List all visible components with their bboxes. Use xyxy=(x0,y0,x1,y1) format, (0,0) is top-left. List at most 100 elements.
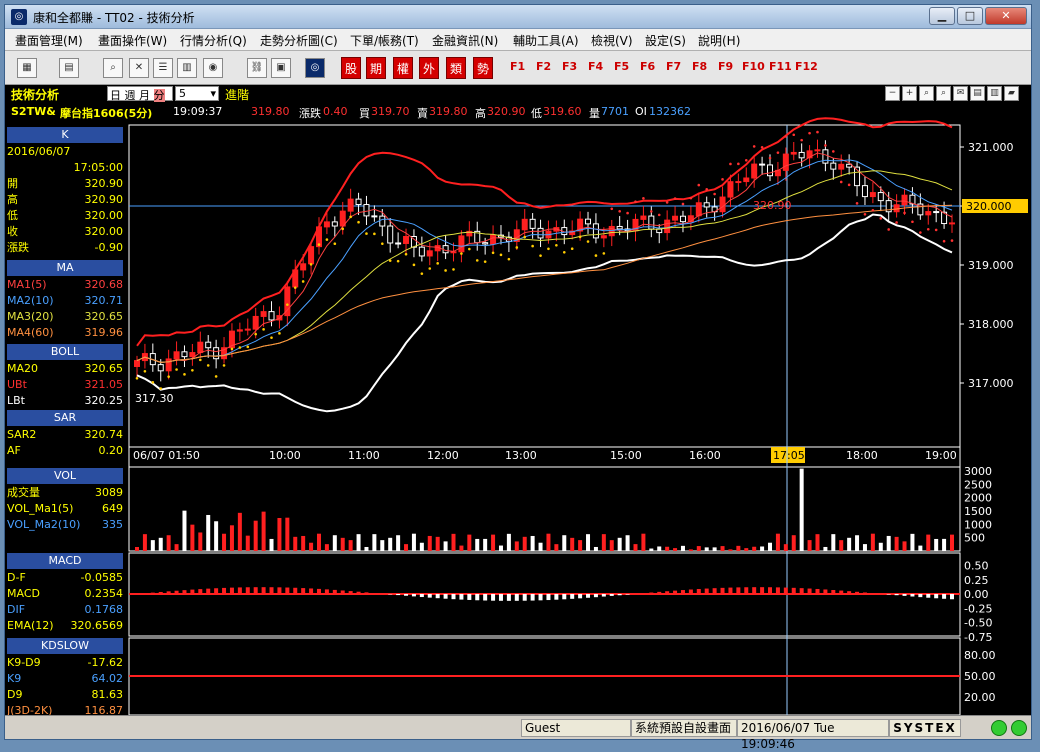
fkey-f7[interactable]: F7 xyxy=(666,60,681,73)
candle-body xyxy=(206,342,211,348)
menu-settings[interactable]: 設定(S) xyxy=(645,32,686,49)
macd-histogram-bar xyxy=(752,587,756,594)
monitor-icon[interactable]: ▣ xyxy=(271,58,291,78)
price-chart[interactable]: 321.000320.000319.000318.000317.000320.0… xyxy=(5,85,1031,715)
maximize-button[interactable]: □ xyxy=(957,7,983,25)
vol-axis-label: 2500 xyxy=(964,478,992,491)
menu-tools[interactable]: 輔助工具(A) xyxy=(513,32,579,49)
candle-body xyxy=(522,219,527,229)
macd-histogram-bar xyxy=(396,594,400,595)
sar-dot xyxy=(753,145,756,148)
menu-financial-info[interactable]: 金融資訊(N) xyxy=(432,32,498,49)
layout-icon[interactable]: ▦ xyxy=(17,58,37,78)
candle-body xyxy=(538,228,543,238)
save-icon[interactable]: ▤ xyxy=(59,58,79,78)
volume-bar xyxy=(380,540,384,551)
macd-histogram-bar xyxy=(744,587,748,594)
menu-screen-operation[interactable]: 畫面操作(W) xyxy=(98,32,167,49)
fkey-f10[interactable]: F10 xyxy=(742,60,765,73)
menu-screen-management[interactable]: 畫面管理(M) xyxy=(15,32,83,49)
foreign-button[interactable]: 外 xyxy=(419,57,439,79)
macd-histogram-bar xyxy=(364,592,368,594)
bollinger-upper-line xyxy=(137,118,952,345)
macd-histogram-bar xyxy=(934,594,938,598)
sar-dot xyxy=(848,184,851,187)
stock-button[interactable]: 股 xyxy=(341,57,361,79)
volume-bar xyxy=(602,534,606,551)
fkey-f1[interactable]: F1 xyxy=(510,60,525,73)
minimize-button[interactable]: ▁ xyxy=(929,7,955,25)
options-button[interactable]: 權 xyxy=(393,57,413,79)
sar-dot xyxy=(444,269,447,272)
page-icon[interactable]: ☰ xyxy=(153,58,173,78)
volume-bar xyxy=(705,547,709,551)
sar-dot xyxy=(579,236,582,239)
fkey-f3[interactable]: F3 xyxy=(562,60,577,73)
sar-dot xyxy=(270,336,273,339)
sar-dot xyxy=(769,157,772,160)
sar-dot xyxy=(318,243,321,246)
candle-body xyxy=(356,199,361,204)
volume-bar xyxy=(357,534,361,551)
fkey-f5[interactable]: F5 xyxy=(614,60,629,73)
time-axis-label: 13:00 xyxy=(505,449,537,462)
macd-histogram-bar xyxy=(950,594,954,599)
futures-button[interactable]: 期 xyxy=(366,57,386,79)
volume-bar xyxy=(689,549,693,551)
fkey-f11[interactable]: F11 xyxy=(769,60,792,73)
calculator-icon[interactable]: ▥ xyxy=(177,58,197,78)
menu-bar: 畫面管理(M) 畫面操作(W) 行情分析(Q) 走勢分析圖(C) 下單/帳務(T… xyxy=(5,29,1031,51)
close-window-icon[interactable]: ✕ xyxy=(129,58,149,78)
fkey-f4[interactable]: F4 xyxy=(588,60,603,73)
candle-body xyxy=(720,197,725,212)
volume-bar xyxy=(800,469,804,551)
candle-body xyxy=(601,236,606,238)
candle-body xyxy=(332,222,337,226)
macd-histogram-bar xyxy=(507,594,511,601)
sar-dot xyxy=(167,375,170,378)
sar-dot xyxy=(721,178,724,181)
sar-dot xyxy=(808,132,811,135)
link-icon[interactable]: ⛓ xyxy=(247,58,267,78)
volume-bar xyxy=(934,539,938,551)
macd-histogram-bar xyxy=(665,591,669,594)
macd-histogram-bar xyxy=(594,594,598,597)
volume-bar xyxy=(459,546,463,551)
sar-dot xyxy=(729,163,732,166)
globe-icon[interactable]: ◉ xyxy=(203,58,223,78)
macd-histogram-bar xyxy=(863,592,867,594)
menu-view[interactable]: 檢視(V) xyxy=(591,32,633,49)
menu-quote-analysis[interactable]: 行情分析(Q) xyxy=(180,32,247,49)
menu-trend-chart[interactable]: 走勢分析圖(C) xyxy=(260,32,338,49)
fkey-f6[interactable]: F6 xyxy=(640,60,655,73)
candle-body xyxy=(388,226,393,243)
fkey-f12[interactable]: F12 xyxy=(795,60,818,73)
macd-histogram-bar xyxy=(673,591,677,594)
volume-bar xyxy=(270,539,274,551)
close-button[interactable]: ✕ xyxy=(985,7,1027,25)
macd-histogram-bar xyxy=(317,589,321,594)
sar-dot xyxy=(381,242,384,245)
volume-bar xyxy=(942,539,946,551)
volume-bar xyxy=(562,535,566,551)
fkey-f2[interactable]: F2 xyxy=(536,60,551,73)
sar-dot xyxy=(286,303,289,306)
fkey-f9[interactable]: F9 xyxy=(718,60,733,73)
volume-bar xyxy=(681,546,685,551)
category-button[interactable]: 類 xyxy=(446,57,466,79)
sar-dot xyxy=(563,251,566,254)
search-icon[interactable]: ⌕ xyxy=(103,58,123,78)
volume-bar xyxy=(815,534,819,551)
brand-icon[interactable]: ◎ xyxy=(305,58,325,78)
candle-body xyxy=(665,220,670,232)
ma10-line xyxy=(137,160,952,363)
trend-button[interactable]: 勢 xyxy=(473,57,493,79)
menu-order-account[interactable]: 下單/帳務(T) xyxy=(350,32,419,49)
menu-help[interactable]: 說明(H) xyxy=(698,32,740,49)
fkey-f8[interactable]: F8 xyxy=(692,60,707,73)
volume-bar xyxy=(831,534,835,551)
macd-histogram-bar xyxy=(578,594,582,598)
sar-dot xyxy=(618,210,621,213)
sar-dot xyxy=(500,254,503,257)
volume-bar xyxy=(839,540,843,551)
